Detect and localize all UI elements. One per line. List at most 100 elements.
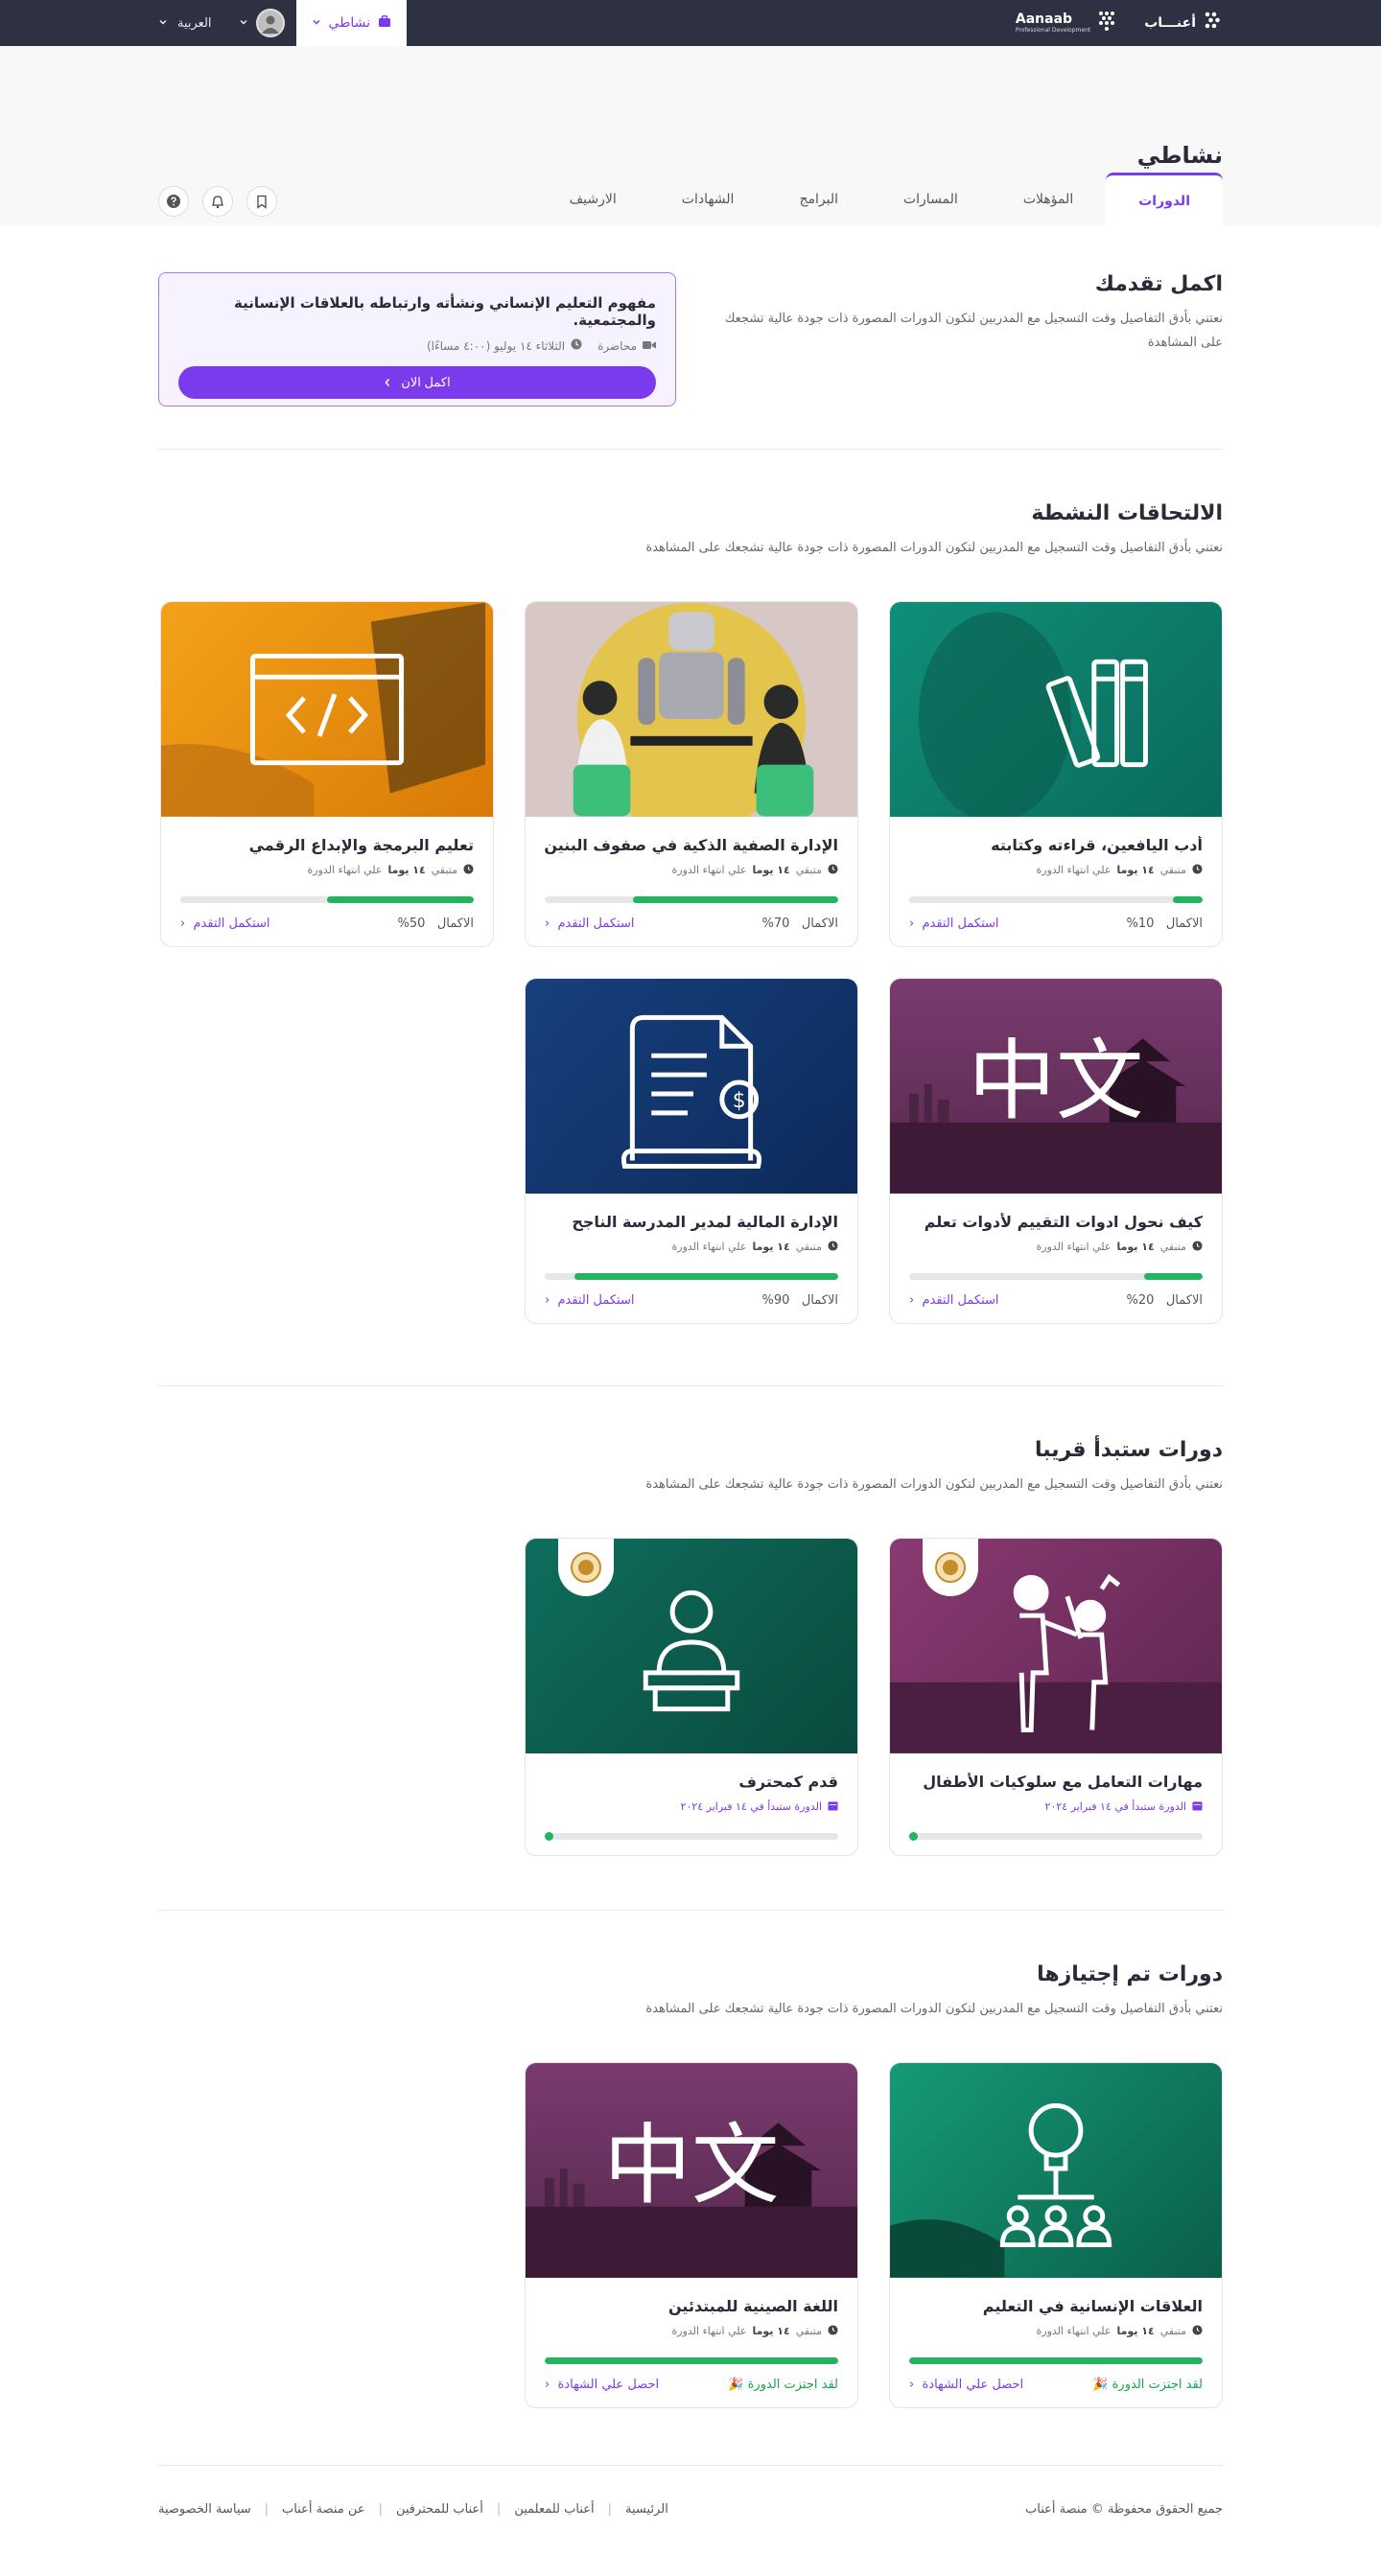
- aanaab-pd-logo[interactable]: Aanaab Professional Development: [1016, 11, 1115, 35]
- continue-now-label: اكمل الان: [401, 375, 451, 389]
- pagoda-skyline-illustration: 中文: [890, 1030, 1222, 1194]
- course-footer: الاكمال 20% استكمل التقدم ‹: [909, 1293, 1203, 1308]
- continue-progress-link[interactable]: استكمل التقدم ‹: [180, 917, 270, 931]
- tab-qualifications[interactable]: المؤهلات: [991, 173, 1106, 226]
- course-image: 中文: [890, 978, 1222, 1194]
- footer-link-professionals[interactable]: أعناب للمحترفين: [396, 2502, 483, 2517]
- bell-icon[interactable]: [202, 186, 233, 217]
- remaining-suffix: علي انتهاء الدورة: [307, 864, 383, 877]
- completion-percent: 70%: [761, 916, 790, 931]
- completed-courses-grid: العلاقات الإنسانية في التعليم متبقي ١٤ ي…: [158, 2061, 1223, 2408]
- remaining-prefix: متبقي: [795, 2325, 822, 2338]
- clock-icon: [828, 864, 838, 877]
- course-card[interactable]: أدب اليافعين، قراءته وكتابته متبقي ١٤ يو…: [889, 600, 1223, 947]
- section-description: نعتني بأدق التفاصيل وقت التسجيل مع المدر…: [645, 1477, 1223, 1492]
- course-footer: الاكمال 50% استكمل التقدم ‹: [180, 917, 474, 931]
- party-icon: 🎉: [1092, 2377, 1109, 2392]
- course-card[interactable]: العلاقات الإنسانية في التعليم متبقي ١٤ ي…: [889, 2061, 1223, 2408]
- top-bar: العربية نشاطي Aanaab Professional Develo…: [0, 0, 1381, 46]
- language-selector[interactable]: العربية: [158, 16, 239, 31]
- progress-fill: [1143, 1272, 1203, 1280]
- course-card[interactable]: مهارات التعامل مع سلوكيات الأطفال الدورة…: [889, 1537, 1223, 1856]
- activity-tabs: الدورات المؤهلات المسارات البرامج الشهاد…: [537, 173, 1223, 226]
- continue-progress-link[interactable]: استكمل التقدم ‹: [909, 917, 999, 931]
- course-title: الإدارة الصفية الذكية في صفوف البنين ...: [545, 835, 838, 854]
- course-title: قدم كمحترف: [738, 1772, 838, 1791]
- footer-links: الرئيسية | أعناب للمعلمين | أعناب للمحتر…: [158, 2502, 668, 2517]
- continue-progress-link[interactable]: استكمل التقدم ‹: [545, 917, 635, 931]
- completion-label: الاكمال: [801, 1292, 838, 1308]
- chinese-characters: 中文: [604, 2114, 780, 2216]
- continue-progress-link[interactable]: استكمل التقدم ‹: [909, 1293, 999, 1308]
- passed-label: لقد اجتزت الدورة: [747, 2377, 838, 2392]
- continue-progress-label: استكمل التقدم: [193, 916, 270, 931]
- clock-icon: [828, 2325, 838, 2338]
- progress-bar: [180, 895, 474, 903]
- lesson-meta: محاضرة الثلاثاء ١٤ يوليو (٤:٠٠ مساءًا): [178, 338, 656, 353]
- active-enrollments-section: الالتحاقات النشطة نعتني بأدق التفاصيل وق…: [158, 450, 1223, 1385]
- chevron-left-icon: ‹: [909, 916, 915, 931]
- tab-archive[interactable]: الارشيف: [537, 173, 649, 226]
- tab-tracks[interactable]: المسارات: [871, 173, 991, 226]
- remaining-prefix: متبقي: [1159, 1241, 1186, 1254]
- invoice-dollar-icon: $: [620, 1014, 762, 1169]
- course-start-date: الدورة ستبدأ في ١٤ فبراير ٢٠٢٤: [545, 1800, 838, 1814]
- section-description: نعتني بأدق التفاصيل وقت التسجيل مع المدر…: [645, 2002, 1223, 2016]
- remaining-suffix: علي انتهاء الدورة: [1036, 1241, 1112, 1254]
- start-date-label: الدورة ستبدأ في ١٤ فبراير ٢٠٢٤: [1044, 1800, 1186, 1814]
- start-date-label: الدورة ستبدأ في ١٤ فبراير ٢٠٢٤: [680, 1800, 822, 1814]
- course-passed-status: لقد اجتزت الدورة 🎉: [1092, 2378, 1203, 2392]
- user-menu[interactable]: [239, 9, 296, 37]
- footer-link-home[interactable]: الرئيسية: [625, 2502, 668, 2517]
- get-certificate-link[interactable]: احصل علي الشهادة ‹: [909, 2378, 1023, 2392]
- chevron-left-icon: [384, 376, 391, 390]
- course-card[interactable]: تعليم البرمجة والإبداع الرقمي متبقي ١٤ ي…: [160, 600, 494, 947]
- completion-percent: 10%: [1126, 916, 1155, 931]
- aanaab-logo[interactable]: أعنـــاب: [1144, 11, 1223, 35]
- completion-label: الاكمال: [1165, 1292, 1203, 1308]
- course-footer: لقد اجتزت الدورة 🎉 احصل علي الشهادة ‹: [545, 2378, 838, 2392]
- calendar-icon: [1192, 1800, 1203, 1814]
- remaining-prefix: متبقي: [1159, 2325, 1186, 2338]
- tab-certificates[interactable]: الشهادات: [649, 173, 767, 226]
- course-card[interactable]: 中文 كيف نحول ادوات التقييم لأدوات تعلم مت…: [889, 977, 1223, 1324]
- footer-link-privacy[interactable]: سياسة الخصوصية: [158, 2502, 251, 2517]
- chevron-down-icon: [158, 16, 168, 31]
- tab-programs[interactable]: البرامج: [766, 173, 871, 226]
- completion-percent: 20%: [1126, 1292, 1155, 1308]
- course-title: الإدارة المالية لمدير المدرسة الناجح: [572, 1212, 838, 1231]
- continue-lesson-card[interactable]: مفهوم التعليم الإنساني ونشأته وارتباطه ب…: [158, 272, 676, 406]
- course-remaining: متبقي ١٤ يوما علي انتهاء الدورة: [909, 1241, 1203, 1254]
- footer-link-about[interactable]: عن منصة أعناب: [282, 2502, 365, 2517]
- course-card[interactable]: $ الإدارة المالية لمدير المدرسة الناجح م…: [525, 977, 858, 1324]
- remaining-days: ١٤ يوما: [752, 2325, 790, 2338]
- course-card[interactable]: 中文 اللغة الصينية للمبتدئين متبقي ١٤ يوما…: [525, 2061, 858, 2408]
- clock-icon: [828, 1241, 838, 1254]
- clock-icon: [1192, 2325, 1203, 2338]
- progress-fill: [573, 1272, 838, 1280]
- my-activity-menu[interactable]: نشاطي: [295, 0, 407, 46]
- course-title: كيف نحول ادوات التقييم لأدوات تعلم: [924, 1212, 1203, 1231]
- continue-now-button[interactable]: اكمل الان: [178, 366, 656, 399]
- course-card[interactable]: الإدارة الصفية الذكية في صفوف البنين ...…: [525, 600, 858, 947]
- chevron-left-icon: ‹: [180, 916, 186, 931]
- footer-link-teachers[interactable]: أعناب للمعلمين: [514, 2502, 594, 2517]
- remaining-days: ١٤ يوما: [752, 864, 790, 877]
- remaining-days: ١٤ يوما: [1116, 864, 1155, 877]
- progress-fill: [545, 2356, 838, 2364]
- remaining-days: ١٤ يوما: [752, 1241, 790, 1254]
- course-remaining: متبقي ١٤ يوما علي انتهاء الدورة: [545, 864, 838, 877]
- clock-icon: [1192, 1241, 1203, 1254]
- bookmark-icon[interactable]: [246, 186, 277, 217]
- party-icon: 🎉: [728, 2377, 744, 2392]
- get-certificate-link[interactable]: احصل علي الشهادة ‹: [545, 2378, 659, 2392]
- page-header: نشاطي الدورات المؤهلات المسارات البرامج …: [0, 46, 1381, 226]
- continue-progress-link[interactable]: استكمل التقدم ‹: [545, 1293, 635, 1308]
- remaining-suffix: علي انتهاء الدورة: [1036, 864, 1112, 877]
- tab-courses[interactable]: الدورات: [1106, 173, 1223, 226]
- help-icon[interactable]: [158, 186, 189, 217]
- chevron-left-icon: ‹: [909, 1292, 915, 1308]
- separator: |: [496, 2501, 502, 2517]
- course-card[interactable]: قدم كمحترف الدورة ستبدأ في ١٤ فبراير ٢٠٢…: [525, 1537, 858, 1856]
- active-courses-grid: أدب اليافعين، قراءته وكتابته متبقي ١٤ يو…: [158, 600, 1223, 1324]
